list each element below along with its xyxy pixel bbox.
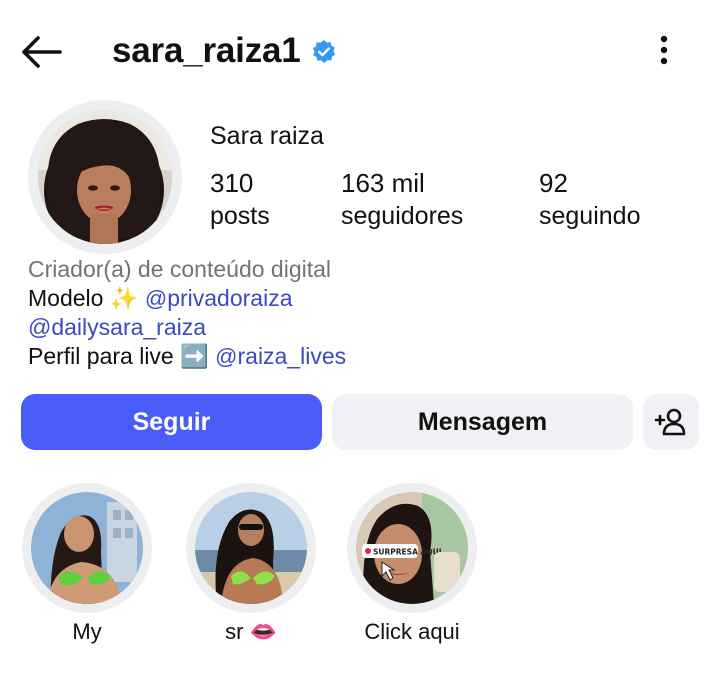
highlight-cover: SURPRESA AQUI xyxy=(356,492,468,604)
mention-dailysara-raiza[interactable]: @dailysara_raiza xyxy=(28,314,206,340)
add-person-icon xyxy=(654,408,686,436)
username: sara_raiza1 xyxy=(112,31,301,70)
back-button[interactable] xyxy=(18,30,66,74)
story-highlight-click-aqui[interactable]: SURPRESA AQUI Click aqui xyxy=(347,483,477,645)
bio-line-1: Modelo ✨ @privadoraiza xyxy=(28,284,346,313)
highlight-ring: SURPRESA AQUI xyxy=(347,483,477,613)
more-options-button[interactable] xyxy=(644,30,684,70)
mention-text: privadoraiza xyxy=(167,285,293,311)
story-highlight-my[interactable]: My xyxy=(22,483,152,645)
highlight-label: My xyxy=(72,619,102,644)
bio-text: Perfil para live ➡️ xyxy=(28,343,216,369)
profile-avatar-ring[interactable] xyxy=(28,100,182,254)
highlight-overlay-text: SURPRESA AQUI xyxy=(373,548,442,557)
highlight-cover xyxy=(31,492,143,604)
mention-text: raiza_lives xyxy=(237,343,347,369)
stat-label: posts xyxy=(210,202,270,230)
username-header: sara_raiza1 xyxy=(112,26,337,76)
stat-following[interactable]: 92 seguindo xyxy=(539,168,640,234)
mention-privadoraiza[interactable]: @privadoraiza xyxy=(145,285,293,311)
bio-text: Modelo ✨ xyxy=(28,285,145,311)
stat-value: 92 xyxy=(539,168,568,198)
threads-icon: @ xyxy=(144,286,168,311)
bio-line-2: @dailysara_raiza xyxy=(28,313,346,342)
stat-label: seguidores xyxy=(341,202,464,230)
highlight-label: Click aqui xyxy=(364,619,460,644)
highlight-label: sr 👄 xyxy=(225,619,277,644)
threads-icon: @ xyxy=(215,344,238,369)
stat-value: 163 mil xyxy=(341,168,425,198)
mention-raiza-lives[interactable]: @raiza_lives xyxy=(215,343,346,369)
stat-value: 310 xyxy=(210,168,254,198)
bio-line-3: Perfil para live ➡️ @raiza_lives xyxy=(28,342,346,371)
add-person-button[interactable] xyxy=(643,394,699,450)
bio-category: Criador(a) de conteúdo digital xyxy=(28,256,332,282)
verified-badge-icon xyxy=(312,40,335,63)
stat-posts[interactable]: 310 posts xyxy=(210,168,270,234)
stat-followers[interactable]: 163 mil seguidores xyxy=(341,168,463,234)
top-bar: sara_raiza1 xyxy=(0,0,720,100)
stat-label: seguindo xyxy=(539,202,641,230)
display-name: Sara raiza xyxy=(210,122,324,150)
bio: Criador(a) de conteúdo digital Modelo ✨ … xyxy=(28,255,346,371)
more-vertical-icon xyxy=(660,35,668,65)
follow-button[interactable]: Seguir xyxy=(21,394,322,450)
highlight-cover xyxy=(195,492,307,604)
story-highlight-sr[interactable]: sr 👄 xyxy=(186,483,316,645)
highlight-ring xyxy=(186,483,316,613)
message-button[interactable]: Mensagem xyxy=(332,394,633,450)
arrow-left-icon xyxy=(22,36,62,68)
avatar-photo xyxy=(38,110,172,244)
highlight-ring xyxy=(22,483,152,613)
avatar xyxy=(38,110,172,244)
